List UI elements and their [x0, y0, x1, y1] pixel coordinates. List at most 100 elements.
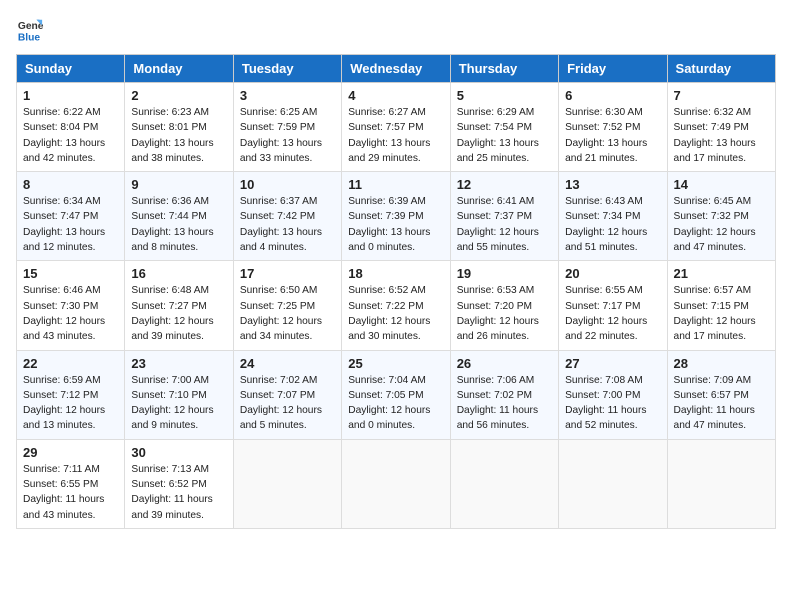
calendar-cell: 10 Sunrise: 6:37 AMSunset: 7:42 PMDaylig… [233, 172, 341, 261]
day-info: Sunrise: 6:22 AMSunset: 8:04 PMDaylight:… [23, 105, 118, 166]
calendar-cell: 20 Sunrise: 6:55 AMSunset: 7:17 PMDaylig… [559, 261, 667, 350]
day-number: 26 [457, 356, 552, 371]
day-info: Sunrise: 7:04 AMSunset: 7:05 PMDaylight:… [348, 373, 443, 434]
day-number: 8 [23, 177, 118, 192]
day-info: Sunrise: 6:46 AMSunset: 7:30 PMDaylight:… [23, 283, 118, 344]
calendar-header-row: SundayMondayTuesdayWednesdayThursdayFrid… [17, 55, 776, 83]
day-number: 7 [674, 88, 769, 103]
header-wednesday: Wednesday [342, 55, 450, 83]
page-header: General Blue [16, 16, 776, 44]
day-number: 22 [23, 356, 118, 371]
day-number: 12 [457, 177, 552, 192]
logo-icon: General Blue [16, 16, 44, 44]
day-number: 6 [565, 88, 660, 103]
day-info: Sunrise: 6:50 AMSunset: 7:25 PMDaylight:… [240, 283, 335, 344]
day-info: Sunrise: 7:06 AMSunset: 7:02 PMDaylight:… [457, 373, 552, 434]
calendar-cell: 25 Sunrise: 7:04 AMSunset: 7:05 PMDaylig… [342, 350, 450, 439]
day-info: Sunrise: 7:13 AMSunset: 6:52 PMDaylight:… [131, 462, 226, 523]
calendar-cell: 11 Sunrise: 6:39 AMSunset: 7:39 PMDaylig… [342, 172, 450, 261]
calendar-cell: 7 Sunrise: 6:32 AMSunset: 7:49 PMDayligh… [667, 83, 775, 172]
day-info: Sunrise: 6:59 AMSunset: 7:12 PMDaylight:… [23, 373, 118, 434]
calendar-cell: 3 Sunrise: 6:25 AMSunset: 7:59 PMDayligh… [233, 83, 341, 172]
day-info: Sunrise: 6:29 AMSunset: 7:54 PMDaylight:… [457, 105, 552, 166]
day-info: Sunrise: 6:43 AMSunset: 7:34 PMDaylight:… [565, 194, 660, 255]
day-number: 13 [565, 177, 660, 192]
day-info: Sunrise: 6:37 AMSunset: 7:42 PMDaylight:… [240, 194, 335, 255]
calendar-week-row: 8 Sunrise: 6:34 AMSunset: 7:47 PMDayligh… [17, 172, 776, 261]
calendar-cell: 21 Sunrise: 6:57 AMSunset: 7:15 PMDaylig… [667, 261, 775, 350]
calendar-table: SundayMondayTuesdayWednesdayThursdayFrid… [16, 54, 776, 529]
logo: General Blue [16, 16, 44, 44]
day-info: Sunrise: 6:57 AMSunset: 7:15 PMDaylight:… [674, 283, 769, 344]
calendar-cell: 14 Sunrise: 6:45 AMSunset: 7:32 PMDaylig… [667, 172, 775, 261]
calendar-cell: 23 Sunrise: 7:00 AMSunset: 7:10 PMDaylig… [125, 350, 233, 439]
calendar-cell [667, 439, 775, 528]
day-info: Sunrise: 6:45 AMSunset: 7:32 PMDaylight:… [674, 194, 769, 255]
calendar-cell: 18 Sunrise: 6:52 AMSunset: 7:22 PMDaylig… [342, 261, 450, 350]
calendar-cell: 26 Sunrise: 7:06 AMSunset: 7:02 PMDaylig… [450, 350, 558, 439]
day-info: Sunrise: 7:02 AMSunset: 7:07 PMDaylight:… [240, 373, 335, 434]
calendar-week-row: 15 Sunrise: 6:46 AMSunset: 7:30 PMDaylig… [17, 261, 776, 350]
calendar-cell [233, 439, 341, 528]
calendar-cell: 5 Sunrise: 6:29 AMSunset: 7:54 PMDayligh… [450, 83, 558, 172]
header-monday: Monday [125, 55, 233, 83]
day-number: 3 [240, 88, 335, 103]
day-number: 10 [240, 177, 335, 192]
day-number: 11 [348, 177, 443, 192]
calendar-cell: 6 Sunrise: 6:30 AMSunset: 7:52 PMDayligh… [559, 83, 667, 172]
day-info: Sunrise: 6:52 AMSunset: 7:22 PMDaylight:… [348, 283, 443, 344]
calendar-cell: 22 Sunrise: 6:59 AMSunset: 7:12 PMDaylig… [17, 350, 125, 439]
day-number: 27 [565, 356, 660, 371]
day-number: 5 [457, 88, 552, 103]
day-info: Sunrise: 7:11 AMSunset: 6:55 PMDaylight:… [23, 462, 118, 523]
day-number: 24 [240, 356, 335, 371]
day-number: 4 [348, 88, 443, 103]
day-info: Sunrise: 6:27 AMSunset: 7:57 PMDaylight:… [348, 105, 443, 166]
day-info: Sunrise: 7:09 AMSunset: 6:57 PMDaylight:… [674, 373, 769, 434]
calendar-cell: 12 Sunrise: 6:41 AMSunset: 7:37 PMDaylig… [450, 172, 558, 261]
day-info: Sunrise: 6:48 AMSunset: 7:27 PMDaylight:… [131, 283, 226, 344]
calendar-cell: 16 Sunrise: 6:48 AMSunset: 7:27 PMDaylig… [125, 261, 233, 350]
calendar-cell: 24 Sunrise: 7:02 AMSunset: 7:07 PMDaylig… [233, 350, 341, 439]
day-info: Sunrise: 6:32 AMSunset: 7:49 PMDaylight:… [674, 105, 769, 166]
day-info: Sunrise: 6:25 AMSunset: 7:59 PMDaylight:… [240, 105, 335, 166]
day-number: 29 [23, 445, 118, 460]
day-number: 16 [131, 266, 226, 281]
day-number: 17 [240, 266, 335, 281]
day-number: 2 [131, 88, 226, 103]
calendar-cell: 4 Sunrise: 6:27 AMSunset: 7:57 PMDayligh… [342, 83, 450, 172]
day-number: 1 [23, 88, 118, 103]
calendar-cell: 28 Sunrise: 7:09 AMSunset: 6:57 PMDaylig… [667, 350, 775, 439]
day-info: Sunrise: 6:41 AMSunset: 7:37 PMDaylight:… [457, 194, 552, 255]
calendar-cell: 13 Sunrise: 6:43 AMSunset: 7:34 PMDaylig… [559, 172, 667, 261]
day-number: 20 [565, 266, 660, 281]
day-info: Sunrise: 6:34 AMSunset: 7:47 PMDaylight:… [23, 194, 118, 255]
day-info: Sunrise: 6:30 AMSunset: 7:52 PMDaylight:… [565, 105, 660, 166]
header-tuesday: Tuesday [233, 55, 341, 83]
day-info: Sunrise: 7:08 AMSunset: 7:00 PMDaylight:… [565, 373, 660, 434]
calendar-cell: 9 Sunrise: 6:36 AMSunset: 7:44 PMDayligh… [125, 172, 233, 261]
calendar-cell [450, 439, 558, 528]
day-info: Sunrise: 6:36 AMSunset: 7:44 PMDaylight:… [131, 194, 226, 255]
calendar-cell: 30 Sunrise: 7:13 AMSunset: 6:52 PMDaylig… [125, 439, 233, 528]
calendar-cell: 29 Sunrise: 7:11 AMSunset: 6:55 PMDaylig… [17, 439, 125, 528]
header-friday: Friday [559, 55, 667, 83]
calendar-cell: 1 Sunrise: 6:22 AMSunset: 8:04 PMDayligh… [17, 83, 125, 172]
day-info: Sunrise: 6:53 AMSunset: 7:20 PMDaylight:… [457, 283, 552, 344]
svg-text:Blue: Blue [18, 32, 41, 43]
calendar-cell: 15 Sunrise: 6:46 AMSunset: 7:30 PMDaylig… [17, 261, 125, 350]
day-info: Sunrise: 6:39 AMSunset: 7:39 PMDaylight:… [348, 194, 443, 255]
calendar-week-row: 22 Sunrise: 6:59 AMSunset: 7:12 PMDaylig… [17, 350, 776, 439]
header-thursday: Thursday [450, 55, 558, 83]
day-number: 19 [457, 266, 552, 281]
day-number: 28 [674, 356, 769, 371]
day-info: Sunrise: 6:23 AMSunset: 8:01 PMDaylight:… [131, 105, 226, 166]
calendar-cell: 2 Sunrise: 6:23 AMSunset: 8:01 PMDayligh… [125, 83, 233, 172]
day-number: 21 [674, 266, 769, 281]
day-info: Sunrise: 6:55 AMSunset: 7:17 PMDaylight:… [565, 283, 660, 344]
day-number: 30 [131, 445, 226, 460]
day-number: 15 [23, 266, 118, 281]
calendar-cell: 19 Sunrise: 6:53 AMSunset: 7:20 PMDaylig… [450, 261, 558, 350]
calendar-week-row: 29 Sunrise: 7:11 AMSunset: 6:55 PMDaylig… [17, 439, 776, 528]
day-number: 23 [131, 356, 226, 371]
